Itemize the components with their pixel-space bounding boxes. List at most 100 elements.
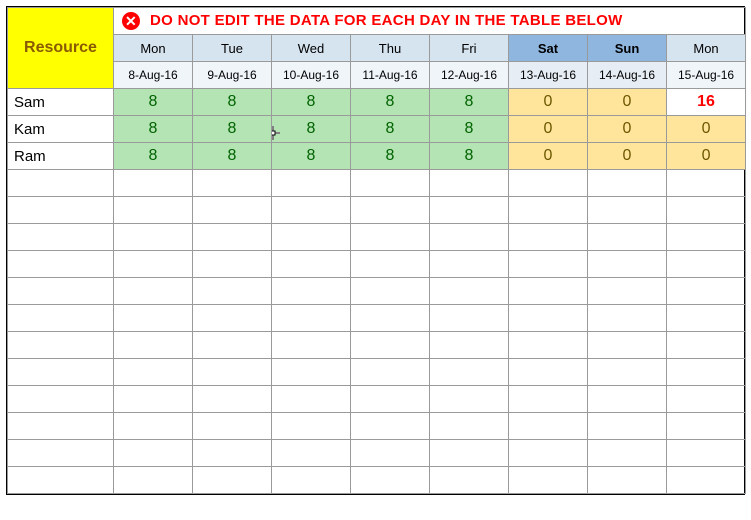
value-cell[interactable] — [193, 467, 272, 494]
value-cell[interactable]: 0 — [667, 143, 746, 170]
value-cell[interactable] — [351, 224, 430, 251]
value-cell[interactable] — [667, 440, 746, 467]
value-cell[interactable] — [588, 467, 667, 494]
value-cell[interactable] — [667, 467, 746, 494]
value-cell[interactable]: 8 — [193, 143, 272, 170]
value-cell[interactable] — [430, 359, 509, 386]
resource-name-cell[interactable] — [8, 224, 114, 251]
value-cell[interactable] — [509, 467, 588, 494]
value-cell[interactable] — [272, 197, 351, 224]
value-cell[interactable] — [193, 224, 272, 251]
value-cell[interactable] — [193, 170, 272, 197]
value-cell[interactable] — [272, 305, 351, 332]
value-cell[interactable] — [114, 332, 193, 359]
value-cell[interactable] — [114, 413, 193, 440]
value-cell[interactable] — [430, 386, 509, 413]
value-cell[interactable] — [588, 170, 667, 197]
value-cell[interactable] — [588, 332, 667, 359]
value-cell[interactable] — [588, 413, 667, 440]
value-cell[interactable] — [667, 305, 746, 332]
value-cell[interactable] — [430, 305, 509, 332]
value-cell[interactable] — [114, 251, 193, 278]
value-cell[interactable]: 0 — [588, 116, 667, 143]
value-cell[interactable] — [114, 224, 193, 251]
value-cell[interactable] — [588, 278, 667, 305]
value-cell[interactable] — [588, 251, 667, 278]
resource-name-cell[interactable]: Ram — [8, 143, 114, 170]
value-cell[interactable] — [193, 197, 272, 224]
value-cell[interactable] — [667, 359, 746, 386]
value-cell[interactable] — [193, 332, 272, 359]
value-cell[interactable]: 0 — [667, 116, 746, 143]
value-cell[interactable] — [509, 224, 588, 251]
value-cell[interactable] — [114, 359, 193, 386]
value-cell[interactable] — [588, 440, 667, 467]
value-cell[interactable] — [351, 467, 430, 494]
value-cell[interactable] — [430, 278, 509, 305]
value-cell[interactable] — [588, 197, 667, 224]
value-cell[interactable] — [667, 224, 746, 251]
value-cell[interactable] — [193, 440, 272, 467]
value-cell[interactable] — [272, 278, 351, 305]
value-cell[interactable] — [588, 305, 667, 332]
value-cell[interactable] — [193, 278, 272, 305]
value-cell[interactable] — [272, 413, 351, 440]
value-cell[interactable]: 8 — [351, 89, 430, 116]
value-cell[interactable]: 8 — [430, 89, 509, 116]
value-cell[interactable] — [509, 386, 588, 413]
value-cell[interactable] — [667, 278, 746, 305]
value-cell[interactable]: 8 — [430, 116, 509, 143]
value-cell[interactable] — [351, 197, 430, 224]
value-cell[interactable] — [667, 332, 746, 359]
value-cell[interactable] — [272, 359, 351, 386]
value-cell[interactable] — [351, 305, 430, 332]
value-cell[interactable] — [272, 170, 351, 197]
resource-name-cell[interactable] — [8, 467, 114, 494]
value-cell[interactable] — [667, 170, 746, 197]
value-cell[interactable] — [667, 413, 746, 440]
resource-name-cell[interactable] — [8, 332, 114, 359]
value-cell[interactable]: 0 — [509, 143, 588, 170]
value-cell[interactable]: 8 — [272, 116, 351, 143]
value-cell[interactable] — [114, 278, 193, 305]
value-cell[interactable] — [430, 332, 509, 359]
resource-name-cell[interactable] — [8, 359, 114, 386]
value-cell[interactable] — [114, 197, 193, 224]
value-cell[interactable] — [114, 386, 193, 413]
value-cell[interactable]: 0 — [509, 116, 588, 143]
value-cell[interactable] — [114, 440, 193, 467]
value-cell[interactable] — [430, 170, 509, 197]
value-cell[interactable]: 8 — [351, 116, 430, 143]
value-cell[interactable] — [509, 305, 588, 332]
value-cell[interactable] — [430, 440, 509, 467]
value-cell[interactable] — [509, 251, 588, 278]
value-cell[interactable] — [351, 359, 430, 386]
value-cell[interactable] — [272, 251, 351, 278]
value-cell[interactable]: 0 — [509, 89, 588, 116]
value-cell[interactable] — [667, 251, 746, 278]
value-cell[interactable]: 8 — [272, 143, 351, 170]
value-cell[interactable]: 16 — [667, 89, 746, 116]
value-cell[interactable] — [351, 386, 430, 413]
resource-name-cell[interactable]: Sam — [8, 89, 114, 116]
value-cell[interactable] — [509, 332, 588, 359]
value-cell[interactable] — [114, 467, 193, 494]
value-cell[interactable] — [430, 224, 509, 251]
value-cell[interactable]: 8 — [193, 89, 272, 116]
resource-name-cell[interactable]: Kam — [8, 116, 114, 143]
value-cell[interactable] — [193, 251, 272, 278]
value-cell[interactable] — [193, 305, 272, 332]
value-cell[interactable]: 8 — [114, 89, 193, 116]
value-cell[interactable]: 8 — [351, 143, 430, 170]
value-cell[interactable] — [272, 224, 351, 251]
value-cell[interactable] — [509, 359, 588, 386]
value-cell[interactable]: 8 — [114, 116, 193, 143]
value-cell[interactable]: 8 — [114, 143, 193, 170]
value-cell[interactable] — [193, 386, 272, 413]
value-cell[interactable] — [509, 413, 588, 440]
value-cell[interactable] — [351, 413, 430, 440]
value-cell[interactable]: 0 — [588, 89, 667, 116]
resource-name-cell[interactable] — [8, 413, 114, 440]
value-cell[interactable] — [193, 359, 272, 386]
resource-name-cell[interactable] — [8, 386, 114, 413]
